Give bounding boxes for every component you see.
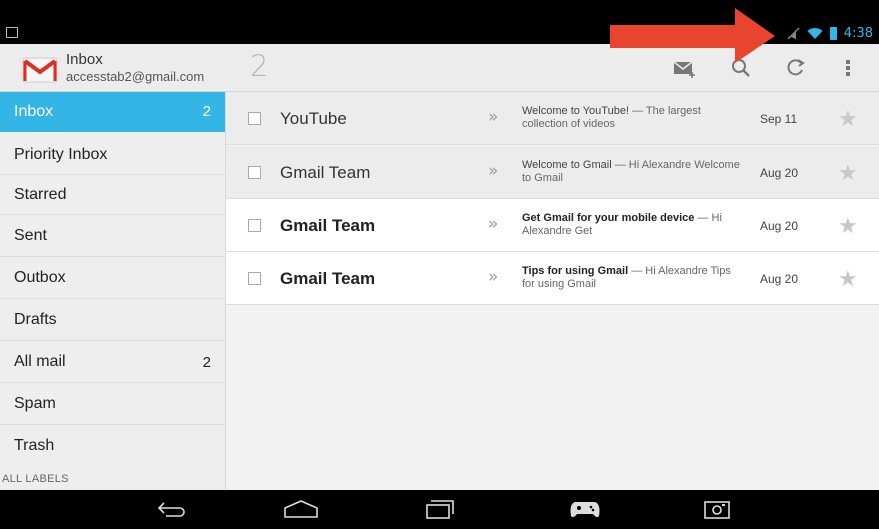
sidebar-item-label: Inbox — [14, 102, 54, 120]
unread-count: 2 — [250, 49, 269, 83]
message-row[interactable]: YouTube » Welcome to YouTube! — The larg… — [226, 92, 879, 145]
message-sender: YouTube — [280, 109, 347, 128]
message-snippet: Welcome to YouTube! — The largest collec… — [522, 105, 742, 131]
sidebar-item-sent[interactable]: Sent — [0, 216, 225, 257]
wifi-icon — [807, 27, 823, 39]
message-checkbox[interactable] — [248, 219, 261, 232]
star-icon[interactable]: ★ — [838, 160, 858, 186]
gamepad-icon[interactable] — [565, 494, 605, 524]
message-snippet: Welcome to Gmail — Hi Alexandre Welcome … — [522, 159, 742, 185]
message-date: Sep 11 — [760, 112, 798, 126]
message-checkbox[interactable] — [248, 272, 261, 285]
sidebar-item-label: Outbox — [14, 269, 66, 286]
sidebar-item-count: 2 — [202, 353, 211, 371]
recent-apps-icon[interactable] — [420, 494, 460, 524]
folder-sidebar: Inbox 2 Priority Inbox Starred Sent Outb… — [0, 92, 226, 490]
message-subject: Welcome to Gmail — [522, 159, 612, 171]
sidebar-item-spam[interactable]: Spam — [0, 384, 225, 425]
message-snippet: Tips for using Gmail — Hi Alexandre Tips… — [522, 265, 742, 291]
overflow-menu-icon[interactable] — [834, 54, 862, 82]
sidebar-item-label: Drafts — [14, 311, 57, 328]
account-title[interactable]: Inbox — [66, 51, 103, 68]
home-icon[interactable] — [281, 494, 321, 524]
back-icon[interactable] — [152, 494, 192, 524]
message-row[interactable]: Gmail Team » Tips for using Gmail — Hi A… — [226, 252, 879, 305]
importance-marker-icon[interactable]: » — [488, 267, 499, 287]
battery-icon — [829, 26, 837, 40]
sidebar-item-label: Trash — [14, 437, 55, 454]
importance-marker-icon[interactable]: » — [488, 107, 499, 127]
sidebar-item-drafts[interactable]: Drafts — [0, 300, 225, 341]
all-labels-header[interactable]: ALL LABELS — [2, 473, 69, 485]
message-list: YouTube » Welcome to YouTube! — The larg… — [226, 92, 879, 490]
sidebar-item-count: 2 — [202, 103, 211, 120]
message-subject: Tips for using Gmail — [522, 265, 629, 277]
message-row[interactable]: Gmail Team » Welcome to Gmail — Hi Alexa… — [226, 146, 879, 199]
message-subject: Get Gmail for your mobile device — [522, 212, 695, 224]
clock: 4:38 — [843, 25, 873, 41]
sidebar-item-starred[interactable]: Starred — [0, 175, 225, 215]
mute-icon — [787, 27, 800, 39]
gallery-notification-icon — [6, 27, 18, 38]
message-checkbox[interactable] — [248, 166, 261, 179]
star-icon[interactable]: ★ — [838, 106, 858, 132]
annotation-arrow-icon — [610, 8, 775, 63]
importance-marker-icon[interactable]: » — [488, 214, 499, 234]
sidebar-item-label: Sent — [14, 227, 47, 244]
message-snippet: Get Gmail for your mobile device — Hi Al… — [522, 212, 742, 238]
message-checkbox[interactable] — [248, 112, 261, 125]
sidebar-item-label: Priority Inbox — [14, 145, 108, 163]
sidebar-item-priority-inbox[interactable]: Priority Inbox — [0, 135, 225, 175]
sidebar-item-trash[interactable]: Trash — [0, 426, 225, 466]
sidebar-item-outbox[interactable]: Outbox — [0, 258, 225, 299]
message-sender: Gmail Team — [280, 269, 376, 288]
sidebar-item-label: Starred — [14, 185, 67, 203]
message-subject: Welcome to YouTube! — [522, 105, 630, 117]
refresh-icon[interactable] — [781, 54, 809, 82]
message-sender: Gmail Team — [280, 163, 371, 182]
gmail-logo-icon[interactable] — [22, 54, 58, 84]
message-date: Aug 20 — [760, 219, 799, 233]
star-icon[interactable]: ★ — [838, 266, 858, 292]
message-row[interactable]: Gmail Team » Get Gmail for your mobile d… — [226, 199, 879, 252]
message-sender: Gmail Team — [280, 216, 376, 235]
account-email[interactable]: accesstab2@gmail.com — [66, 69, 204, 84]
sidebar-item-label: Spam — [14, 395, 56, 412]
sidebar-item-inbox[interactable]: Inbox 2 — [0, 92, 225, 132]
screenshot-icon[interactable] — [697, 494, 737, 524]
message-date: Aug 20 — [760, 272, 799, 286]
sidebar-item-all-mail[interactable]: All mail 2 — [0, 342, 225, 383]
navigation-bar — [0, 490, 879, 529]
empty-list-area — [226, 306, 879, 490]
importance-marker-icon[interactable]: » — [488, 161, 499, 181]
message-date: Aug 20 — [760, 166, 799, 180]
sidebar-item-label: All mail — [14, 353, 66, 370]
star-icon[interactable]: ★ — [838, 213, 858, 239]
status-indicators: 4:38 — [787, 24, 873, 42]
